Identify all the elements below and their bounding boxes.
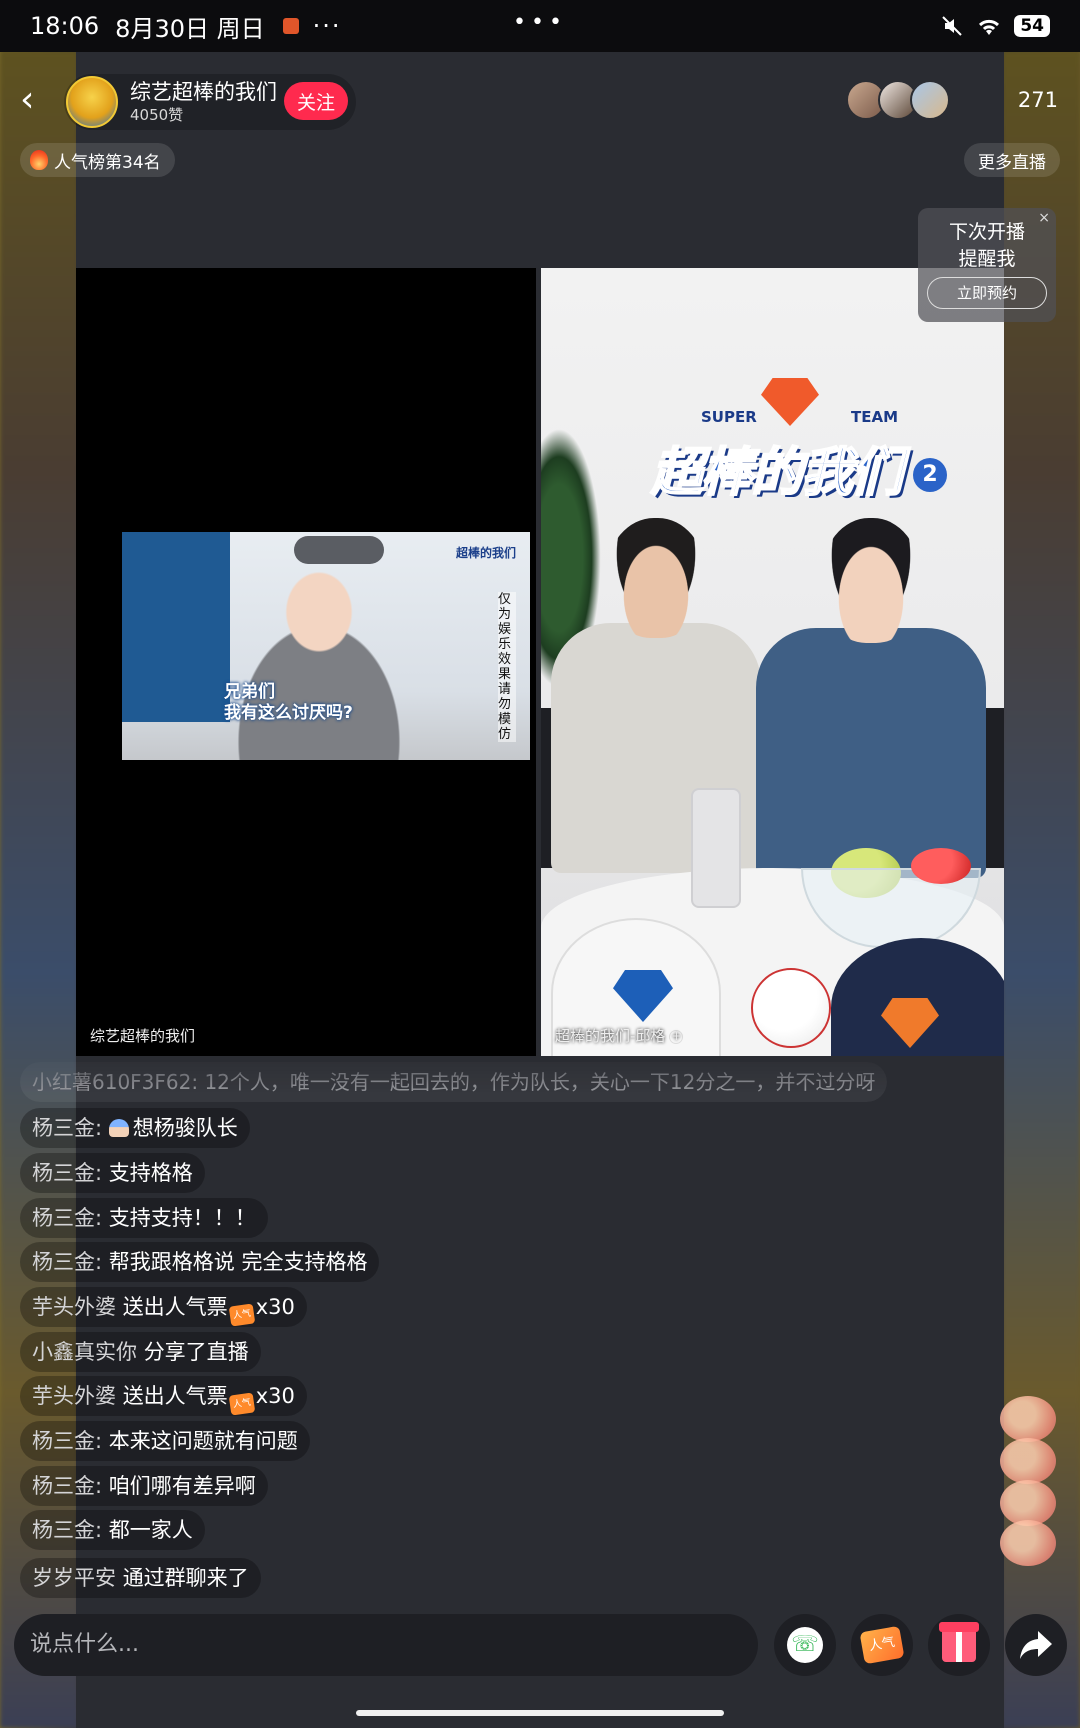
reminder-title: 下次开播 提醒我 <box>948 221 1025 270</box>
fire-icon <box>30 150 48 170</box>
logo-badge-icon <box>761 378 819 426</box>
logo-title: 超棒的我们 <box>650 442 904 504</box>
clip-person <box>194 562 444 760</box>
logo-number: 2 <box>913 458 947 492</box>
popularity-ticket-icon: 人气 <box>228 1392 255 1416</box>
share-button[interactable] <box>1005 1614 1067 1676</box>
gift-button[interactable] <box>928 1614 990 1676</box>
reserve-button[interactable]: 立即预约 <box>927 277 1047 309</box>
share-icon <box>1020 1631 1052 1659</box>
status-time: 18:06 <box>30 12 100 40</box>
comment-item: 芋头外婆 送出人气票 人气 x30 <box>20 1376 307 1416</box>
comment-item: 芋头外婆 送出人气票 人气 x30 <box>20 1287 307 1327</box>
guest-person-right <box>756 518 986 878</box>
host-avatar[interactable] <box>66 76 118 128</box>
popularity-ticket-icon: 人气 <box>859 1625 905 1665</box>
status-bar: 18:06 8月30日 周日 ··· ••• 54 <box>0 0 1080 52</box>
comment-item: 杨三金: 想杨骏队长 <box>20 1108 250 1148</box>
popularity-ticket-button[interactable]: 人气 <box>851 1614 913 1676</box>
live-video-area[interactable]: 超棒的我们 仅为娱乐效果请勿模仿 兄弟们 我有这么讨厌吗? 综艺超棒的我们 SU… <box>76 268 1004 1056</box>
back-button[interactable]: ‹ <box>20 82 50 122</box>
more-live-button[interactable]: 更多直播 <box>964 143 1060 177</box>
clip-side-text: 仅为娱乐效果请勿模仿 <box>498 592 516 742</box>
home-indicator[interactable] <box>356 1710 724 1716</box>
video-clip-thumbnail: 超棒的我们 仅为娱乐效果请勿模仿 兄弟们 我有这么讨厌吗? <box>122 532 530 760</box>
clip-caption-line2: 我有这么讨厌吗? <box>224 703 353 723</box>
comment-item: 小鑫真实你 分享了直播 <box>20 1332 261 1372</box>
host-name[interactable]: 综艺超棒的我们 <box>130 76 277 106</box>
gift-icon <box>939 1622 979 1662</box>
wifi-icon <box>979 19 1000 35</box>
clip-caption-line1: 兄弟们 <box>224 682 275 702</box>
mute-icon <box>942 16 963 36</box>
comment-item: 杨三金: 支持支持！！！ <box>20 1198 268 1238</box>
show-logo: SUPER TEAM 超棒的我们 2 <box>650 378 951 518</box>
emoji-icon <box>108 1119 129 1137</box>
right-stream-label: 超棒的我们-邱格 + <box>555 1027 684 1045</box>
phone-icon: ☏ <box>787 1627 823 1663</box>
left-stream-label: 综艺超棒的我们 <box>90 1027 196 1045</box>
viewer-count[interactable]: 271 <box>1018 88 1058 112</box>
comment-item: 岁岁平安 通过群聊来了 <box>20 1558 261 1598</box>
logo-team: TEAM <box>851 408 899 426</box>
tomatoes <box>911 848 971 884</box>
follow-button[interactable]: 关注 <box>284 82 348 120</box>
comment-item: 杨三金: 帮我跟格格说 完全支持格格 <box>20 1242 380 1282</box>
voice-call-button[interactable]: ☏ <box>774 1614 836 1676</box>
add-icon[interactable]: + <box>669 1029 684 1044</box>
close-icon[interactable]: × <box>1038 210 1050 226</box>
guest-video-stream[interactable]: SUPER TEAM 超棒的我们 2 超棒的我们-邱格 + <box>541 268 1004 1056</box>
host-likes: 4050赞 <box>130 106 184 124</box>
baseball <box>751 968 831 1048</box>
multitask-dots-icon[interactable]: ••• <box>513 10 567 35</box>
popularity-ticket-icon: 人气 <box>228 1303 255 1327</box>
comment-faded: 小红薯610F3F62: 12个人，唯一没有一起回去的，作为队长，关心一下12分… <box>20 1062 888 1102</box>
status-right-icons: 54 <box>940 14 1050 38</box>
viewer-avatars[interactable] <box>846 80 956 122</box>
storm-cloud-icon <box>294 536 384 564</box>
more-live-label: 更多直播 <box>978 152 1046 173</box>
viewer-avatar[interactable] <box>910 80 950 120</box>
phone-stand <box>691 788 741 908</box>
status-date: 8月30日 周日 <box>115 14 265 43</box>
notification-icon <box>282 18 299 34</box>
reminder-card: × 下次开播 提醒我 立即预约 <box>918 208 1056 322</box>
host-video-stream[interactable]: 超棒的我们 仅为娱乐效果请勿模仿 兄弟们 我有这么讨厌吗? 综艺超棒的我们 <box>76 268 536 1056</box>
status-more-icon: ··· <box>312 12 342 40</box>
clip-logo: 超棒的我们 <box>455 546 516 560</box>
logo-super: SUPER <box>701 408 757 426</box>
floating-gift-sticker[interactable] <box>996 1396 1060 1566</box>
comment-item: 杨三金: 都一家人 <box>20 1510 205 1550</box>
comment-input[interactable]: 说点什么... <box>14 1614 758 1676</box>
rank-label: 人气榜第34名 <box>54 152 161 173</box>
battery-icon: 54 <box>1014 15 1050 37</box>
comment-item: 杨三金: 咱们哪有差异啊 <box>20 1466 268 1506</box>
popularity-rank-badge[interactable]: 人气榜第34名 <box>20 143 175 177</box>
clip-caption: 兄弟们 我有这么讨厌吗? <box>224 682 353 724</box>
comment-item: 杨三金: 支持格格 <box>20 1153 205 1193</box>
comment-item: 杨三金: 本来这问题就有问题 <box>20 1421 310 1461</box>
live-header: ‹ 综艺超棒的我们 4050赞 关注 271 <box>0 70 1080 132</box>
